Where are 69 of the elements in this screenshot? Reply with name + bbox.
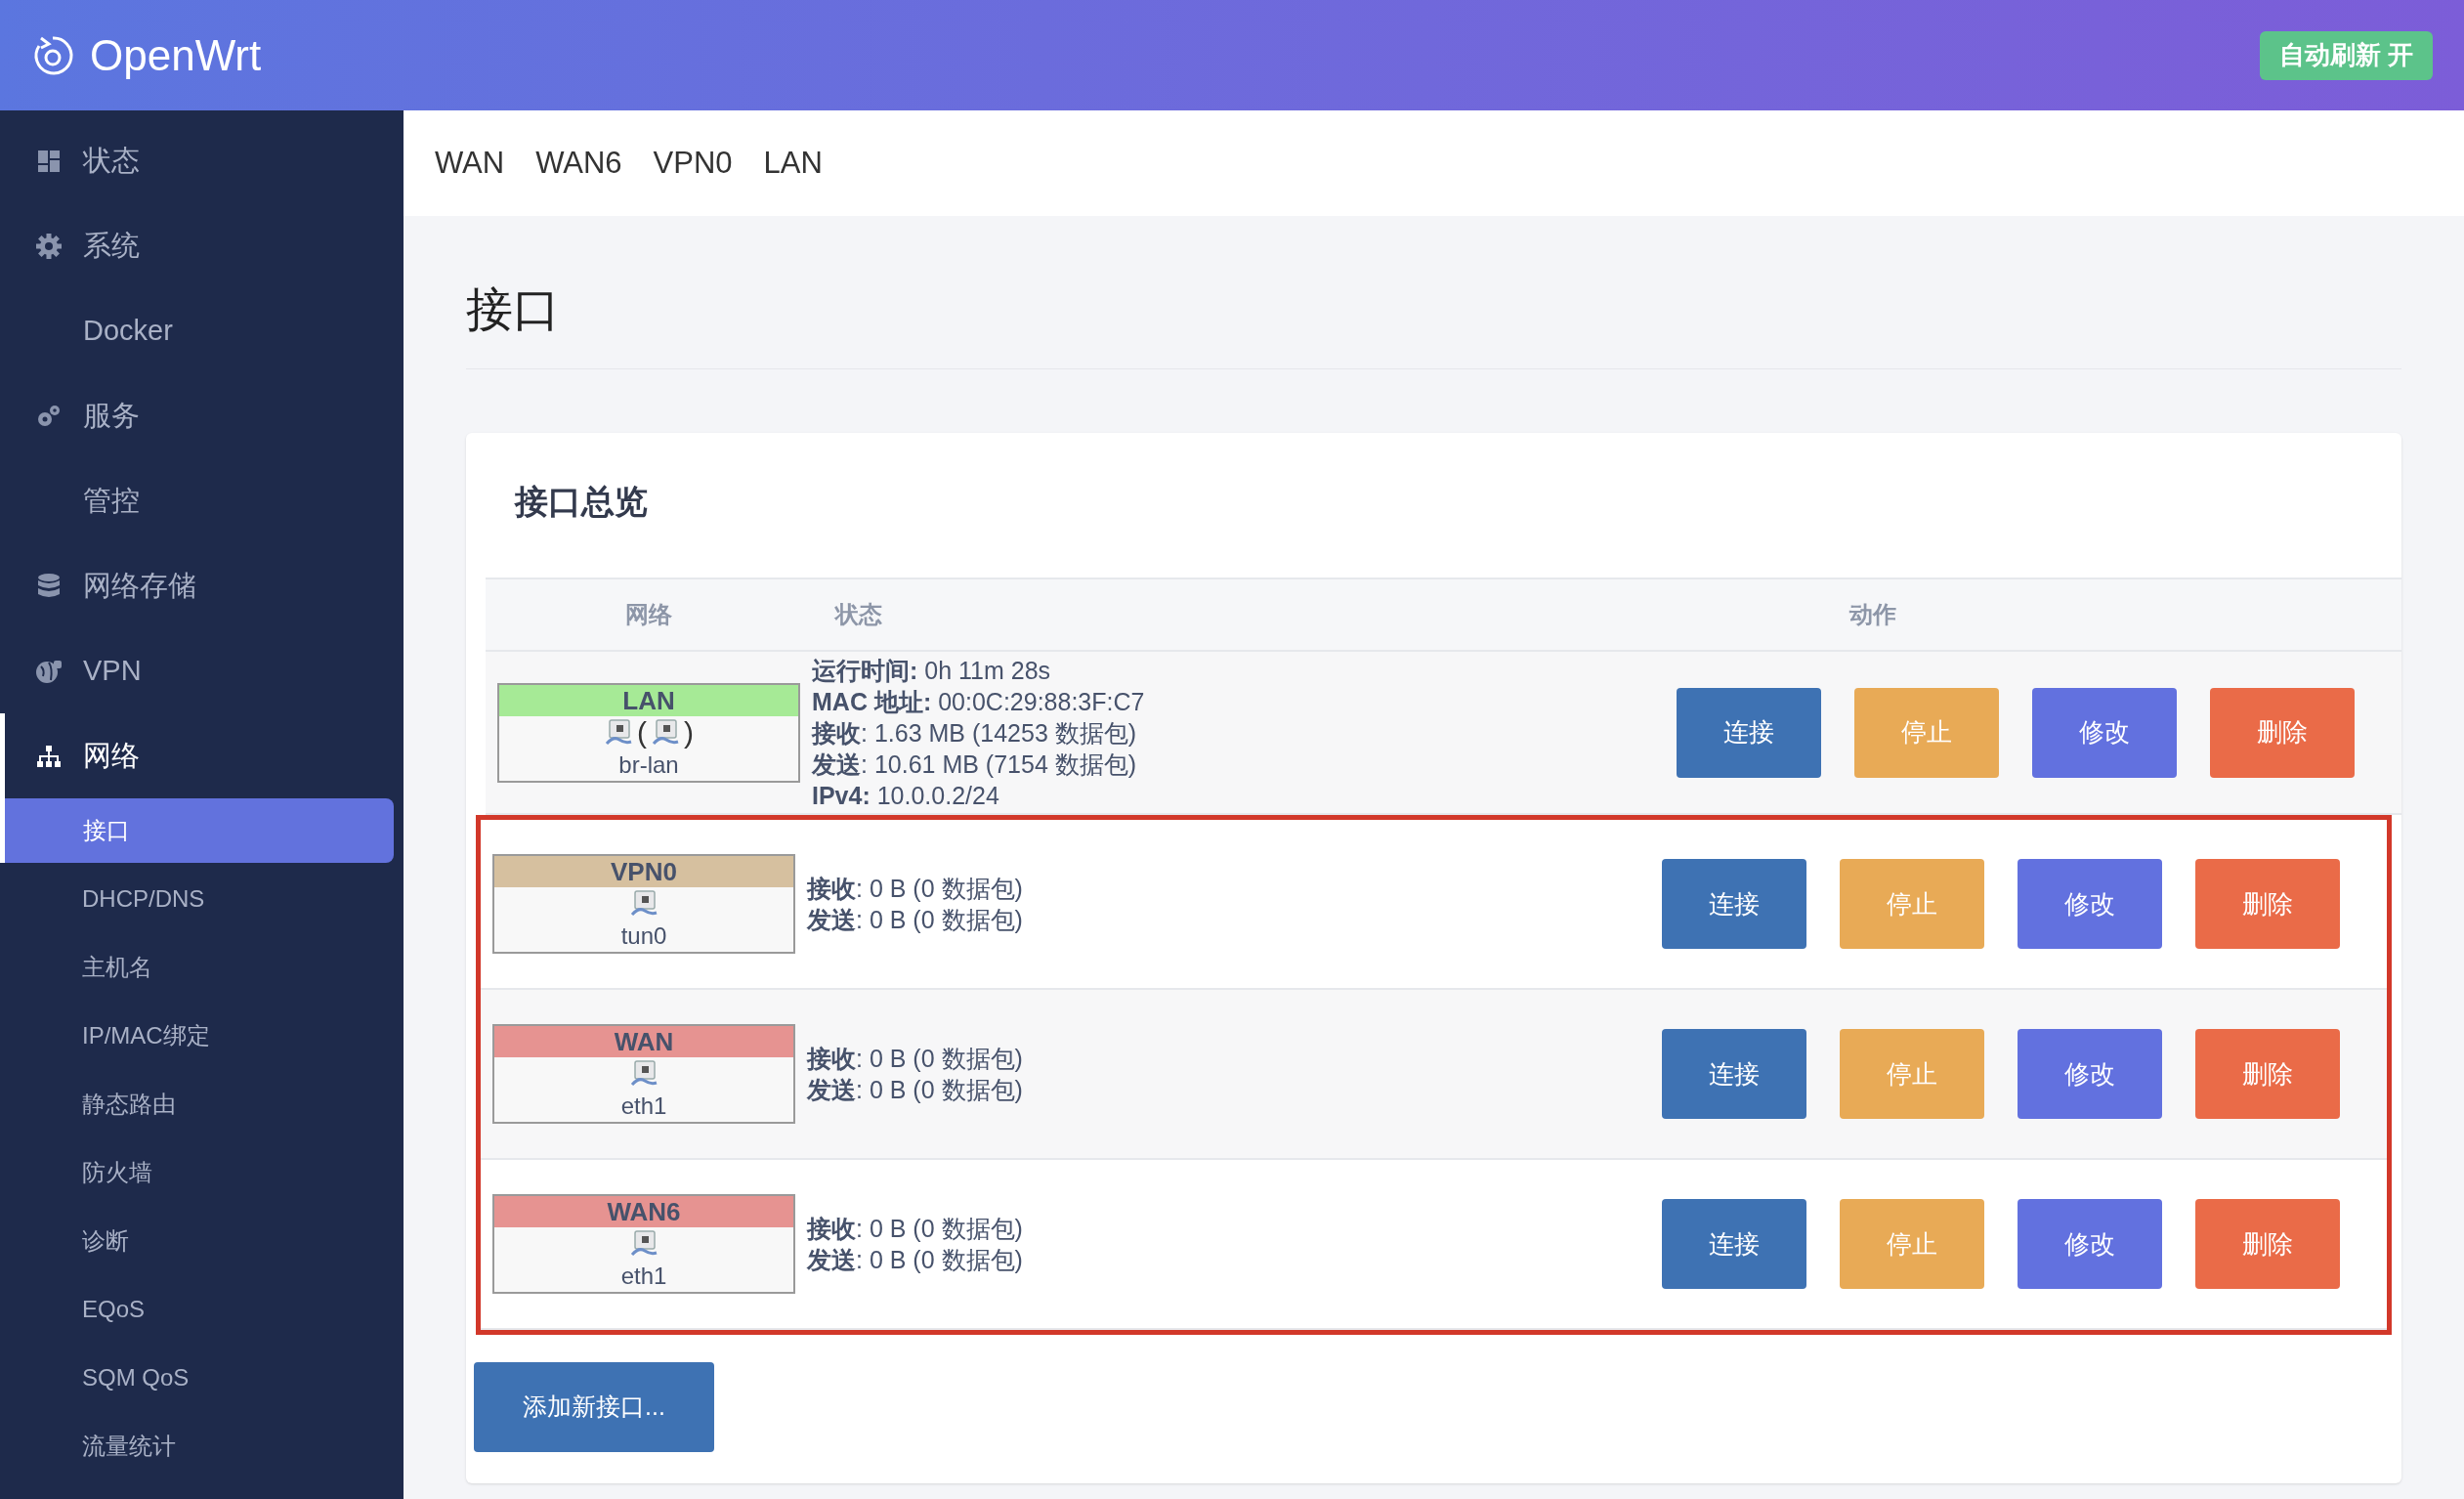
status-line: 发送: 10.61 MB (7154 数据包): [812, 749, 1138, 780]
sidebar-item[interactable]: 服务: [0, 373, 404, 458]
bracket-text: ): [684, 715, 694, 750]
status-line: 接收: 0 B (0 数据包): [807, 1214, 1024, 1244]
action-button[interactable]: 连接: [1662, 1029, 1806, 1119]
interface-name: VPN0: [494, 856, 793, 887]
action-button[interactable]: 修改: [2018, 1199, 2162, 1289]
network-port-icon: [629, 1229, 658, 1259]
card-title: 接口总览: [513, 482, 649, 522]
status-line: 发送: 0 B (0 数据包): [807, 1245, 1024, 1275]
tab-link[interactable]: LAN: [763, 140, 823, 187]
submenu-item[interactable]: 诊断: [0, 1209, 394, 1273]
network-port-icon: [629, 1059, 658, 1089]
gears-icon: [36, 404, 62, 428]
action-button[interactable]: 连接: [1662, 1199, 1806, 1289]
action-button[interactable]: 连接: [1677, 687, 1821, 778]
action-button[interactable]: 修改: [2032, 687, 2177, 778]
device-name: eth1: [620, 1262, 667, 1291]
network-port-icon: [604, 717, 633, 748]
status-line: IPv4: 10.0.0.2/24: [812, 780, 1000, 811]
submenu-item[interactable]: EQoS: [0, 1277, 394, 1342]
submenu-item[interactable]: 防火墙: [0, 1140, 394, 1205]
brand-name[interactable]: OpenWrt: [90, 22, 262, 88]
page-title: 接口: [466, 275, 2401, 369]
status-line: 运行时间: 0h 11m 28s: [812, 655, 1052, 686]
bracket-text: (: [637, 715, 647, 750]
submenu-item[interactable]: 流量统计: [0, 1414, 394, 1478]
status-line: MAC 地址: 00:0C:29:88:3F:C7: [812, 686, 1146, 717]
submenu-item[interactable]: SQM QoS: [0, 1346, 394, 1410]
action-button[interactable]: 修改: [2018, 1029, 2162, 1119]
logo-icon: [31, 33, 74, 77]
column-header: 网络: [624, 600, 673, 629]
sidebar-item[interactable]: 状态: [0, 118, 404, 203]
status-line: 接收: 0 B (0 数据包): [807, 1044, 1024, 1074]
settings-icon: [35, 232, 63, 260]
network-port-icon: [629, 889, 658, 919]
submenu-item[interactable]: 主机名: [0, 935, 394, 1000]
status-line: 发送: 0 B (0 数据包): [807, 1075, 1024, 1105]
network-port-icon: [651, 717, 680, 748]
status-line: 接收: 0 B (0 数据包): [807, 874, 1024, 904]
database-icon: [37, 572, 61, 600]
sidebar-item[interactable]: 管控: [0, 458, 404, 543]
sidebar-item[interactable]: 系统: [0, 203, 404, 288]
interface-name: WAN6: [494, 1196, 793, 1227]
status-line: 接收: 1.63 MB (14253 数据包): [812, 717, 1138, 749]
add-interface-button[interactable]: 添加新接口...: [474, 1362, 714, 1452]
tab-link[interactable]: WAN: [435, 140, 505, 187]
status-line: 发送: 0 B (0 数据包): [807, 905, 1024, 935]
column-header: 状态: [835, 600, 883, 629]
submenu-item[interactable]: 接口: [0, 798, 394, 863]
submenu-item[interactable]: DHCP/DNS: [0, 867, 394, 931]
submenu-item[interactable]: IP/MAC绑定: [0, 1004, 394, 1068]
interface-name: LAN: [499, 684, 798, 716]
device-name: tun0: [620, 921, 667, 951]
grid-icon: [37, 149, 61, 173]
sidebar-item[interactable]: VPN: [0, 628, 404, 713]
globe-icon: [35, 658, 63, 684]
device-name: br-lan: [618, 750, 679, 780]
sidebar-item[interactable]: Docker: [0, 288, 404, 373]
action-button[interactable]: 修改: [2018, 859, 2162, 949]
column-header: 动作: [1848, 600, 1897, 629]
action-button[interactable]: 连接: [1662, 859, 1806, 949]
submenu-item[interactable]: 静态路由: [0, 1072, 394, 1136]
interface-name: WAN: [494, 1026, 793, 1057]
tab-link[interactable]: WAN6: [535, 140, 622, 187]
sidebar-item[interactable]: 网络存储: [0, 543, 404, 628]
sitemap-icon: [36, 744, 62, 768]
device-name: eth1: [620, 1092, 667, 1121]
tab-link[interactable]: VPN0: [653, 140, 733, 187]
